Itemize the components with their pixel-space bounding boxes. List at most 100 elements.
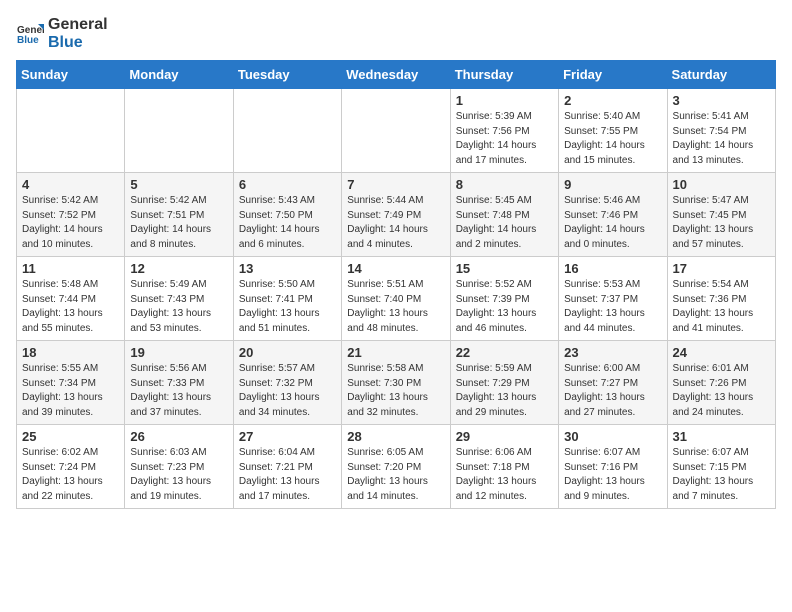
logo-text-blue: Blue <box>48 34 83 51</box>
day-info: Sunrise: 6:05 AM Sunset: 7:20 PM Dayligh… <box>347 446 444 504</box>
calendar-cell <box>17 89 125 173</box>
day-info: Sunrise: 5:58 AM Sunset: 7:30 PM Dayligh… <box>347 362 444 420</box>
day-number: 6 <box>239 177 336 192</box>
weekday-header: Thursday <box>450 61 558 89</box>
day-info: Sunrise: 5:53 AM Sunset: 7:37 PM Dayligh… <box>564 278 661 336</box>
weekday-header: Wednesday <box>342 61 450 89</box>
calendar-cell: 22 Sunrise: 5:59 AM Sunset: 7:29 PM Dayli… <box>450 341 558 425</box>
day-info: Sunrise: 5:41 AM Sunset: 7:54 PM Dayligh… <box>673 110 770 168</box>
page-header: General Blue General Blue <box>16 16 776 52</box>
weekday-header: Tuesday <box>233 61 341 89</box>
day-info: Sunrise: 5:42 AM Sunset: 7:51 PM Dayligh… <box>130 194 227 252</box>
day-number: 22 <box>456 345 553 360</box>
calendar-table: SundayMondayTuesdayWednesdayThursdayFrid… <box>16 60 776 509</box>
calendar-week-row: 25 Sunrise: 6:02 AM Sunset: 7:24 PM Dayli… <box>17 425 776 509</box>
calendar-cell: 10 Sunrise: 5:47 AM Sunset: 7:45 PM Dayli… <box>667 173 775 257</box>
logo-icon: General Blue <box>16 20 44 48</box>
day-info: Sunrise: 5:57 AM Sunset: 7:32 PM Dayligh… <box>239 362 336 420</box>
calendar-cell: 23 Sunrise: 6:00 AM Sunset: 7:27 PM Dayli… <box>559 341 667 425</box>
day-number: 2 <box>564 93 661 108</box>
calendar-cell: 1 Sunrise: 5:39 AM Sunset: 7:56 PM Daylig… <box>450 89 558 173</box>
day-number: 11 <box>22 261 119 276</box>
day-info: Sunrise: 6:01 AM Sunset: 7:26 PM Dayligh… <box>673 362 770 420</box>
calendar-week-row: 1 Sunrise: 5:39 AM Sunset: 7:56 PM Daylig… <box>17 89 776 173</box>
day-number: 1 <box>456 93 553 108</box>
day-number: 29 <box>456 429 553 444</box>
calendar-cell: 16 Sunrise: 5:53 AM Sunset: 7:37 PM Dayli… <box>559 257 667 341</box>
weekday-header: Monday <box>125 61 233 89</box>
calendar-cell: 26 Sunrise: 6:03 AM Sunset: 7:23 PM Dayli… <box>125 425 233 509</box>
calendar-cell: 15 Sunrise: 5:52 AM Sunset: 7:39 PM Dayli… <box>450 257 558 341</box>
calendar-cell: 24 Sunrise: 6:01 AM Sunset: 7:26 PM Dayli… <box>667 341 775 425</box>
day-number: 10 <box>673 177 770 192</box>
calendar-cell: 18Sunrise: 5:55 AM Sunset: 7:34 PM Dayli… <box>17 341 125 425</box>
calendar-cell: 30 Sunrise: 6:07 AM Sunset: 7:16 PM Dayli… <box>559 425 667 509</box>
day-number: 14 <box>347 261 444 276</box>
day-number: 31 <box>673 429 770 444</box>
logo: General Blue General Blue <box>16 16 108 52</box>
day-info: Sunrise: 5:42 AM Sunset: 7:52 PM Dayligh… <box>22 194 119 252</box>
day-info: Sunrise: 5:46 AM Sunset: 7:46 PM Dayligh… <box>564 194 661 252</box>
day-info: Sunrise: 5:40 AM Sunset: 7:55 PM Dayligh… <box>564 110 661 168</box>
day-number: 16 <box>564 261 661 276</box>
day-number: 25 <box>22 429 119 444</box>
calendar-cell: 2 Sunrise: 5:40 AM Sunset: 7:55 PM Daylig… <box>559 89 667 173</box>
calendar-cell: 5 Sunrise: 5:42 AM Sunset: 7:51 PM Daylig… <box>125 173 233 257</box>
day-info: Sunrise: 5:59 AM Sunset: 7:29 PM Dayligh… <box>456 362 553 420</box>
day-number: 8 <box>456 177 553 192</box>
calendar-cell: 27 Sunrise: 6:04 AM Sunset: 7:21 PM Dayli… <box>233 425 341 509</box>
day-info: Sunrise: 5:54 AM Sunset: 7:36 PM Dayligh… <box>673 278 770 336</box>
day-info: Sunrise: 5:44 AM Sunset: 7:49 PM Dayligh… <box>347 194 444 252</box>
day-info: Sunrise: 6:07 AM Sunset: 7:16 PM Dayligh… <box>564 446 661 504</box>
calendar-cell: 12 Sunrise: 5:49 AM Sunset: 7:43 PM Dayli… <box>125 257 233 341</box>
day-info: Sunrise: 6:02 AM Sunset: 7:24 PM Dayligh… <box>22 446 119 504</box>
logo-text-general: General <box>48 16 108 33</box>
day-info: Sunrise: 6:07 AM Sunset: 7:15 PM Dayligh… <box>673 446 770 504</box>
day-number: 28 <box>347 429 444 444</box>
calendar-week-row: 4Sunrise: 5:42 AM Sunset: 7:52 PM Daylig… <box>17 173 776 257</box>
calendar-cell: 21Sunrise: 5:58 AM Sunset: 7:30 PM Dayli… <box>342 341 450 425</box>
day-info: Sunrise: 5:47 AM Sunset: 7:45 PM Dayligh… <box>673 194 770 252</box>
calendar-cell: 4Sunrise: 5:42 AM Sunset: 7:52 PM Daylig… <box>17 173 125 257</box>
calendar-header-row: SundayMondayTuesdayWednesdayThursdayFrid… <box>17 61 776 89</box>
calendar-week-row: 11Sunrise: 5:48 AM Sunset: 7:44 PM Dayli… <box>17 257 776 341</box>
day-info: Sunrise: 5:39 AM Sunset: 7:56 PM Dayligh… <box>456 110 553 168</box>
day-number: 27 <box>239 429 336 444</box>
calendar-cell: 3 Sunrise: 5:41 AM Sunset: 7:54 PM Daylig… <box>667 89 775 173</box>
calendar-cell: 17Sunrise: 5:54 AM Sunset: 7:36 PM Dayli… <box>667 257 775 341</box>
day-number: 20 <box>239 345 336 360</box>
day-number: 26 <box>130 429 227 444</box>
calendar-cell <box>342 89 450 173</box>
day-number: 12 <box>130 261 227 276</box>
day-number: 18 <box>22 345 119 360</box>
day-info: Sunrise: 6:03 AM Sunset: 7:23 PM Dayligh… <box>130 446 227 504</box>
day-info: Sunrise: 5:43 AM Sunset: 7:50 PM Dayligh… <box>239 194 336 252</box>
day-number: 3 <box>673 93 770 108</box>
svg-text:Blue: Blue <box>17 35 39 46</box>
calendar-cell: 29 Sunrise: 6:06 AM Sunset: 7:18 PM Dayli… <box>450 425 558 509</box>
day-info: Sunrise: 5:45 AM Sunset: 7:48 PM Dayligh… <box>456 194 553 252</box>
day-number: 15 <box>456 261 553 276</box>
day-info: Sunrise: 6:00 AM Sunset: 7:27 PM Dayligh… <box>564 362 661 420</box>
day-number: 30 <box>564 429 661 444</box>
calendar-week-row: 18Sunrise: 5:55 AM Sunset: 7:34 PM Dayli… <box>17 341 776 425</box>
day-info: Sunrise: 5:49 AM Sunset: 7:43 PM Dayligh… <box>130 278 227 336</box>
day-info: Sunrise: 6:06 AM Sunset: 7:18 PM Dayligh… <box>456 446 553 504</box>
weekday-header: Friday <box>559 61 667 89</box>
day-number: 13 <box>239 261 336 276</box>
day-number: 19 <box>130 345 227 360</box>
day-number: 24 <box>673 345 770 360</box>
calendar-cell: 9 Sunrise: 5:46 AM Sunset: 7:46 PM Daylig… <box>559 173 667 257</box>
calendar-cell: 31 Sunrise: 6:07 AM Sunset: 7:15 PM Dayli… <box>667 425 775 509</box>
day-info: Sunrise: 5:52 AM Sunset: 7:39 PM Dayligh… <box>456 278 553 336</box>
calendar-cell: 14Sunrise: 5:51 AM Sunset: 7:40 PM Dayli… <box>342 257 450 341</box>
day-info: Sunrise: 6:04 AM Sunset: 7:21 PM Dayligh… <box>239 446 336 504</box>
day-number: 5 <box>130 177 227 192</box>
day-number: 23 <box>564 345 661 360</box>
calendar-cell: 8 Sunrise: 5:45 AM Sunset: 7:48 PM Daylig… <box>450 173 558 257</box>
calendar-cell: 13Sunrise: 5:50 AM Sunset: 7:41 PM Dayli… <box>233 257 341 341</box>
day-number: 9 <box>564 177 661 192</box>
weekday-header: Saturday <box>667 61 775 89</box>
weekday-header: Sunday <box>17 61 125 89</box>
calendar-cell: 19Sunrise: 5:56 AM Sunset: 7:33 PM Dayli… <box>125 341 233 425</box>
